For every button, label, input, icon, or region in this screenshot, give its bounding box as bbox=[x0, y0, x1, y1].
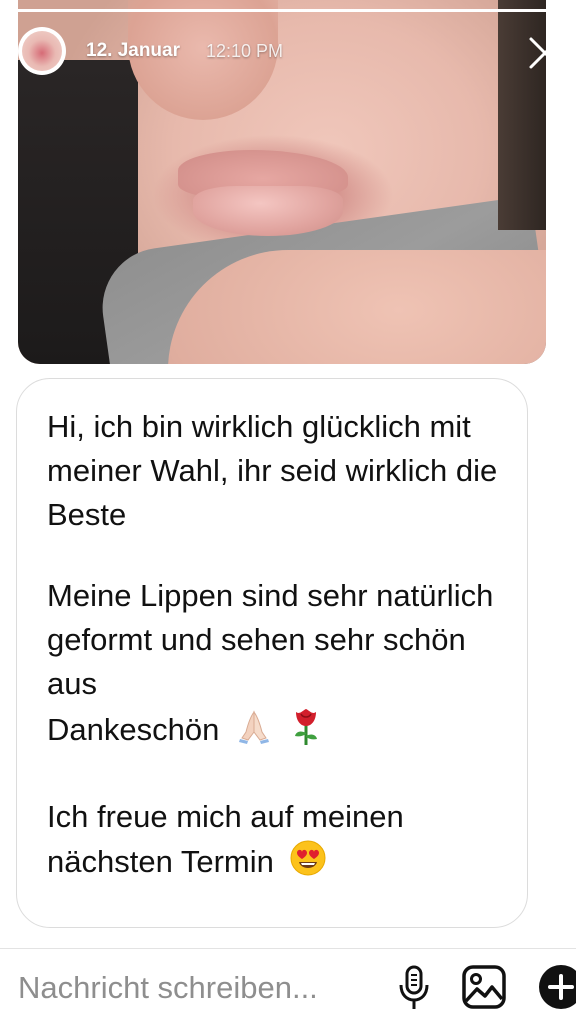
message-text: Ich freue mich auf meinen nächsten Termi… bbox=[47, 799, 404, 880]
story-progress-bar bbox=[14, 9, 562, 12]
heart-eyes-emoji bbox=[289, 839, 327, 889]
message-paragraph: Dankeschön bbox=[47, 706, 499, 758]
story-time: 12:10 PM bbox=[206, 41, 284, 61]
message-text: Dankeschön bbox=[47, 712, 220, 748]
folded-hands-emoji bbox=[234, 706, 274, 758]
message-paragraph: Ich freue mich auf meinen nächsten Termi… bbox=[47, 795, 499, 889]
add-button[interactable] bbox=[538, 964, 576, 1010]
photo-shoulder bbox=[168, 250, 546, 364]
message-text: Hi, ich bin wirklich glücklich mit meine… bbox=[47, 409, 498, 532]
close-icon bbox=[529, 37, 561, 69]
story-date: 12. Januar bbox=[86, 40, 180, 61]
gallery-icon bbox=[462, 965, 506, 1009]
plus-circle-icon bbox=[539, 965, 576, 1009]
message-text: Meine Lippen sind sehr natürlich geformt… bbox=[47, 578, 494, 701]
avatar[interactable] bbox=[18, 27, 66, 75]
photo-lower-lip bbox=[193, 186, 343, 236]
message-input[interactable] bbox=[18, 965, 378, 1011]
message-bubble: Hi, ich bin wirklich glücklich mit meine… bbox=[16, 378, 528, 928]
microphone-button[interactable] bbox=[394, 963, 434, 1013]
rose-emoji bbox=[289, 706, 323, 758]
gallery-button[interactable] bbox=[460, 963, 508, 1011]
avatar-image bbox=[22, 31, 62, 71]
microphone-icon bbox=[399, 965, 429, 1009]
message-paragraph: Hi, ich bin wirklich glücklich mit meine… bbox=[47, 405, 499, 537]
message-paragraph: Meine Lippen sind sehr natürlich geformt… bbox=[47, 574, 499, 706]
story-progress-fill bbox=[14, 9, 562, 12]
composer-divider bbox=[0, 948, 576, 949]
close-button[interactable] bbox=[525, 33, 565, 73]
